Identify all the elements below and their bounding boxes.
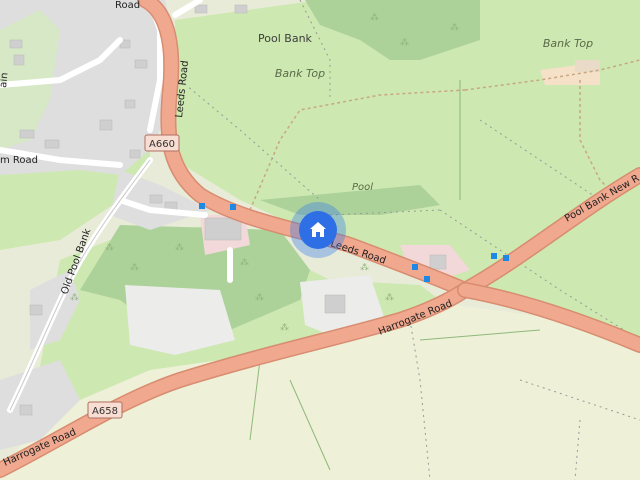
- current-location-marker[interactable]: [290, 202, 346, 258]
- svg-text:⁂: ⁂: [70, 292, 79, 303]
- label-lane-left: ain: [0, 72, 11, 88]
- place-bank-top: Bank Top: [275, 67, 325, 80]
- svg-text:⁂: ⁂: [370, 12, 379, 23]
- svg-text:⁂: ⁂: [175, 242, 184, 253]
- svg-text:⁂: ⁂: [385, 292, 394, 303]
- svg-text:⁂: ⁂: [360, 262, 369, 273]
- shield-a658: A658: [87, 401, 123, 419]
- svg-text:⁂: ⁂: [400, 37, 409, 48]
- place-pool: Pool: [352, 182, 373, 193]
- place-bank-top-east: Bank Top: [543, 37, 593, 50]
- svg-text:⁂: ⁂: [240, 257, 249, 268]
- place-pool-bank: Pool Bank: [258, 32, 313, 45]
- shield-a658-label: A658: [92, 406, 118, 417]
- map-view[interactable]: ⁂ ⁂ ⁂ ⁂ ⁂ ⁂ ⁂ ⁂ ⁂ ⁂ ⁂ ⁂ A660 A658 Pool Bank Bank…: [0, 0, 640, 480]
- svg-text:⁂: ⁂: [255, 292, 264, 303]
- svg-text:⁂: ⁂: [280, 322, 289, 333]
- svg-text:⁂: ⁂: [105, 242, 114, 253]
- label-m-road: m Road: [0, 155, 38, 166]
- svg-text:⁂: ⁂: [130, 262, 139, 273]
- home-button[interactable]: [299, 211, 337, 249]
- label-top-road: Road: [115, 0, 140, 11]
- home-icon: [310, 222, 326, 237]
- shield-a660: A660: [144, 134, 180, 152]
- shield-a660-label: A660: [149, 139, 175, 150]
- svg-text:⁂: ⁂: [450, 22, 459, 33]
